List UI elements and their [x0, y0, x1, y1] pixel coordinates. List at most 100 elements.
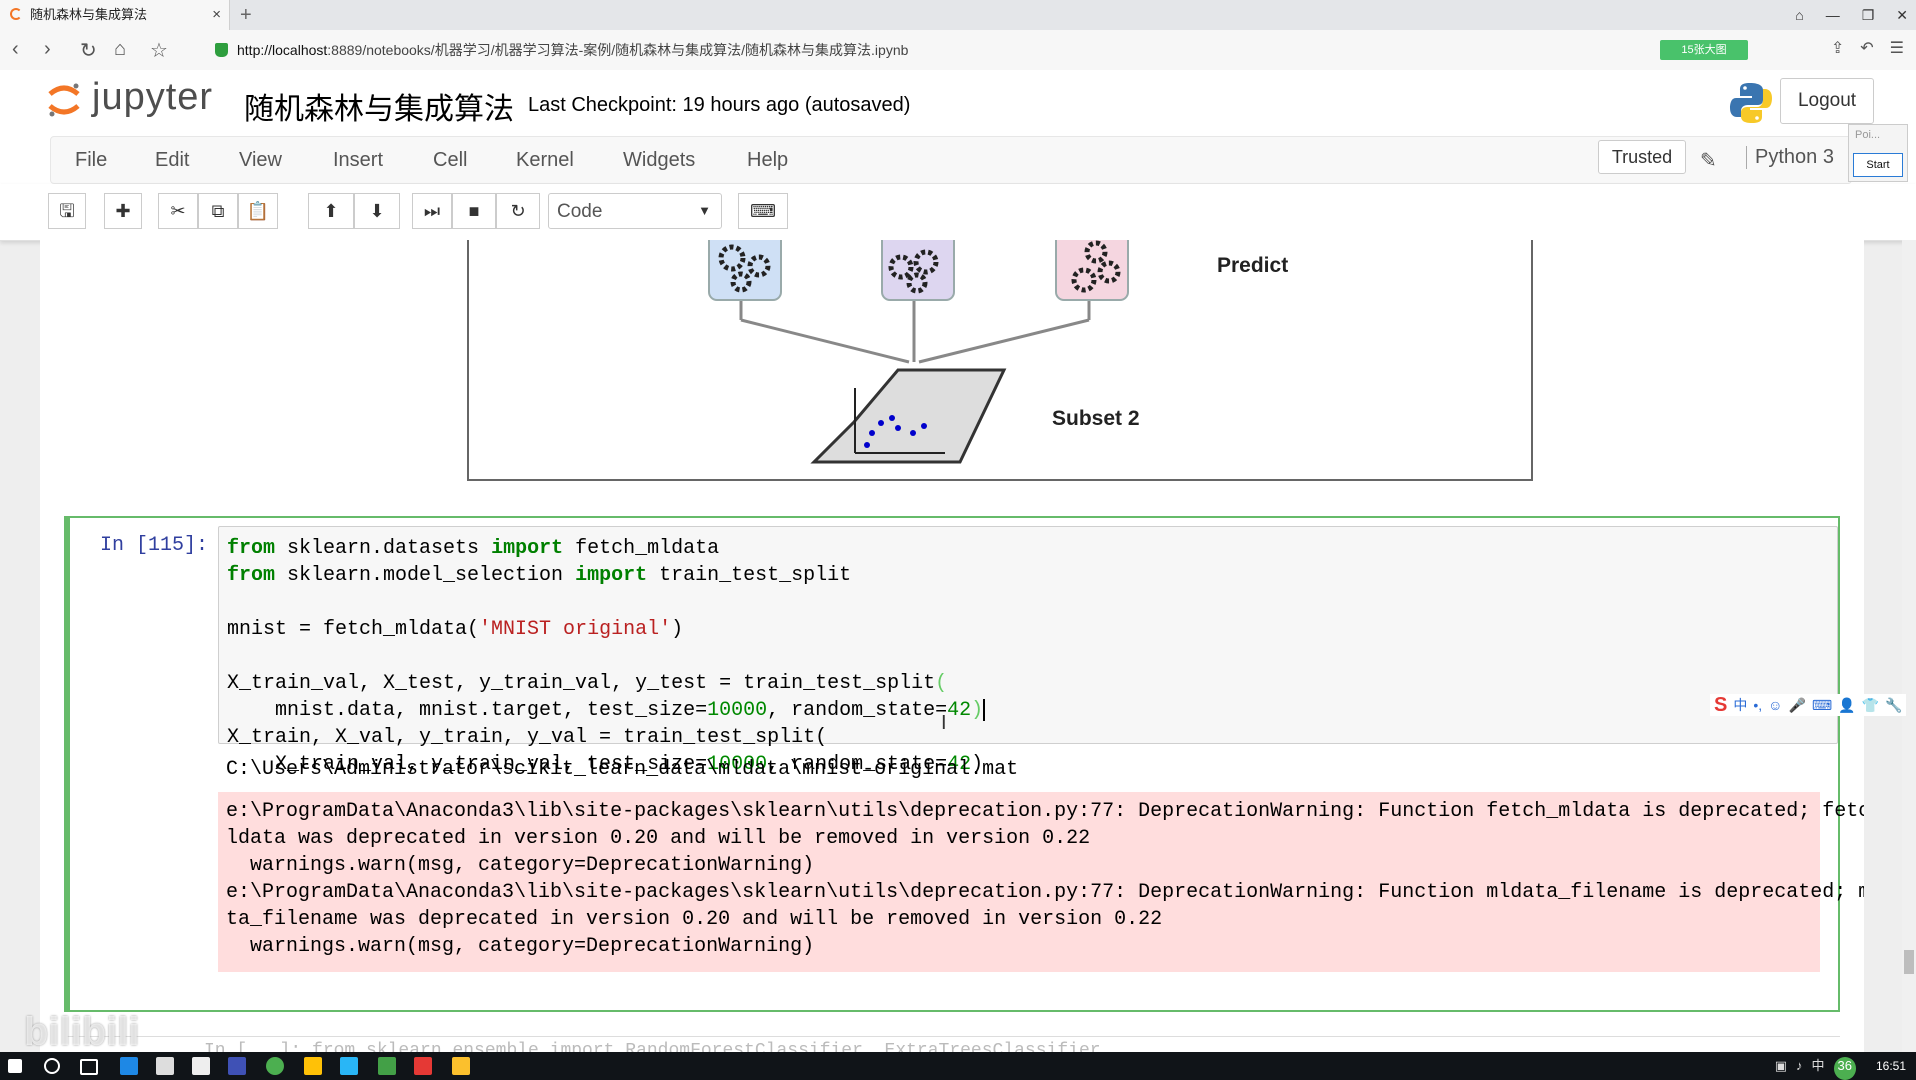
sogou-logo-icon[interactable]: S	[1714, 694, 1727, 717]
url-field[interactable]: http://localhost:8889/notebooks/机器学习/机器学…	[205, 36, 1555, 64]
menu-insert[interactable]: Insert	[333, 137, 383, 183]
model-box-2	[881, 240, 955, 301]
restore-icon[interactable]: ❐	[1862, 7, 1875, 24]
popup-start-button[interactable]: Start	[1853, 153, 1903, 177]
run-cell-icon[interactable]: ⏭	[412, 193, 452, 229]
checkpoint-status: Last Checkpoint: 19 hours ago (autosaved…	[528, 94, 911, 116]
ime-keyboard-icon[interactable]: ⌨	[1812, 697, 1832, 714]
logout-button[interactable]: Logout	[1780, 78, 1874, 124]
notebook-container: Predict Subset 2 In [115]: from sklearn.…	[40, 240, 1864, 1052]
save-icon[interactable]: 🖫	[48, 193, 86, 229]
browser-tab-bar: 随机森林与集成算法 × + ⌂ — ❐ ✕	[0, 0, 1916, 30]
share-icon[interactable]: ⇪	[1831, 38, 1844, 58]
new-tab-button[interactable]: +	[240, 0, 252, 30]
bookmark-star-icon[interactable]: ☆	[150, 38, 168, 63]
start-menu-icon[interactable]	[8, 1059, 22, 1073]
stderr-line: e:\ProgramData\Anaconda3\lib\site-packag…	[226, 881, 1864, 904]
ime-chinese-icon[interactable]: 中	[1733, 695, 1747, 715]
task-view-icon[interactable]	[80, 1059, 98, 1075]
restart-icon[interactable]: ↻	[496, 193, 540, 229]
tray-volume-icon[interactable]: ♪	[1796, 1052, 1803, 1080]
add-cell-icon[interactable]: ✚	[104, 193, 142, 229]
edit-pencil-icon[interactable]: ✎	[1700, 148, 1717, 173]
menu-view[interactable]: View	[239, 137, 282, 183]
tray-network-icon[interactable]: ▣	[1775, 1052, 1787, 1080]
reload-icon[interactable]: ↻	[80, 38, 97, 63]
extension-badge[interactable]: 15张大图	[1660, 40, 1748, 60]
close-window-icon[interactable]: ✕	[1896, 7, 1908, 24]
ime-settings-icon[interactable]: 🔧	[1885, 697, 1902, 714]
forward-icon[interactable]: ›	[44, 38, 51, 61]
tray-badge[interactable]: 36	[1833, 1057, 1856, 1080]
code-text[interactable]: from sklearn.datasets import fetch_mldat…	[227, 535, 986, 778]
app-yellow-icon[interactable]	[452, 1057, 470, 1075]
ime-emoji-icon[interactable]: ☺	[1768, 697, 1782, 713]
trusted-badge[interactable]: Trusted	[1598, 140, 1686, 174]
skin-icon[interactable]: ⌂	[1795, 7, 1803, 23]
move-up-icon[interactable]: ⬆	[308, 193, 354, 229]
ime-punct-icon[interactable]: •,	[1753, 697, 1762, 713]
floating-popup: Poi... Start	[1848, 124, 1908, 182]
app-icon[interactable]	[228, 1057, 246, 1075]
copy-icon[interactable]: ⧉	[198, 193, 238, 229]
undo-icon[interactable]: ↶	[1860, 38, 1873, 58]
jupyter-logo-icon[interactable]	[46, 80, 82, 120]
stderr-line: warnings.warn(msg, category=DeprecationW…	[226, 854, 815, 877]
keyboard-icon[interactable]: ⌨	[738, 193, 788, 229]
ime-user-icon[interactable]: 👤	[1838, 697, 1855, 714]
code-editor[interactable]: from sklearn.datasets import fetch_mldat…	[218, 526, 1838, 776]
code-cell[interactable]: In [115]: from sklearn.datasets import f…	[64, 516, 1864, 1012]
python-logo-icon	[1730, 83, 1772, 123]
interrupt-icon[interactable]: ■	[452, 193, 496, 229]
home-icon[interactable]: ⌂	[114, 38, 126, 61]
cell-stderr: e:\ProgramData\Anaconda3\lib\site-packag…	[218, 792, 1864, 972]
file-explorer-icon[interactable]	[304, 1057, 322, 1075]
tray-ime[interactable]: 中	[1812, 1052, 1825, 1080]
mail-icon[interactable]	[192, 1057, 210, 1075]
close-tab-icon[interactable]: ×	[212, 0, 221, 30]
page-scrollbar[interactable]	[1902, 240, 1916, 1052]
subset-plot	[810, 368, 1007, 464]
menu-widgets[interactable]: Widgets	[623, 137, 695, 183]
edge-browser-icon[interactable]	[120, 1057, 138, 1075]
cell-type-value: Code	[557, 201, 603, 222]
next-cell-partial[interactable]: In [...]: from sklearn.ensemble import R…	[64, 1036, 1840, 1052]
stderr-line: warnings.warn(msg, category=DeprecationW…	[226, 935, 815, 958]
watermark: bilibili	[24, 1010, 140, 1054]
browser-tab[interactable]: 随机森林与集成算法 ×	[0, 0, 230, 30]
ime-mic-icon[interactable]: 🎤	[1788, 697, 1805, 714]
stderr-line: ta_filename was deprecated in version 0.…	[226, 908, 1163, 931]
menu-edit[interactable]: Edit	[155, 137, 189, 183]
menu-file[interactable]: File	[75, 137, 107, 183]
jupyter-logo-text[interactable]: jupyter	[92, 76, 213, 119]
menu-help[interactable]: Help	[747, 137, 788, 183]
search-icon[interactable]	[44, 1058, 60, 1074]
notebook-name[interactable]: 随机森林与集成算法	[244, 84, 514, 128]
minimize-icon[interactable]: —	[1826, 7, 1840, 23]
model-box-1	[708, 240, 782, 301]
app-red-icon[interactable]	[414, 1057, 432, 1075]
store-icon[interactable]	[156, 1057, 174, 1075]
cut-icon[interactable]: ✂	[158, 193, 198, 229]
address-bar: ‹ › ↻ ⌂ ☆ http://localhost:8889/notebook…	[0, 30, 1916, 71]
scrollbar-thumb[interactable]	[1904, 950, 1914, 974]
ime-skin-icon[interactable]: 👕	[1862, 697, 1879, 714]
move-down-icon[interactable]: ⬇	[354, 193, 400, 229]
menu-kernel[interactable]: Kernel	[516, 137, 574, 183]
text-cursor	[983, 698, 986, 721]
back-icon[interactable]: ‹	[12, 38, 19, 61]
paste-icon[interactable]: 📋	[238, 193, 278, 229]
menu-container: File Edit View Insert Cell Kernel Widget…	[50, 136, 1852, 184]
app-window-icon[interactable]	[340, 1057, 358, 1075]
menu-icon[interactable]: ☰	[1890, 38, 1904, 58]
browser-360-icon[interactable]	[266, 1057, 284, 1075]
system-tray: ▣ ♪ 中 36	[1775, 1052, 1856, 1080]
kernel-indicator[interactable]: Python 3	[1746, 146, 1834, 169]
cell-type-select[interactable]: Code ▼	[548, 193, 722, 229]
window-controls: ⌂ — ❐ ✕	[1795, 0, 1908, 30]
ime-toolbar[interactable]: S 中 •, ☺ 🎤 ⌨ 👤 👕 🔧	[1710, 694, 1907, 717]
dropdown-arrow-icon: ▼	[698, 203, 711, 218]
app-green-icon[interactable]	[378, 1057, 396, 1075]
menu-cell[interactable]: Cell	[433, 137, 467, 183]
notebook-toolbar: 🖫 ✚ ✂ ⧉ 📋 ⬆ ⬇ ⏭ ■ ↻ Code ▼ ⌨	[0, 184, 1916, 241]
